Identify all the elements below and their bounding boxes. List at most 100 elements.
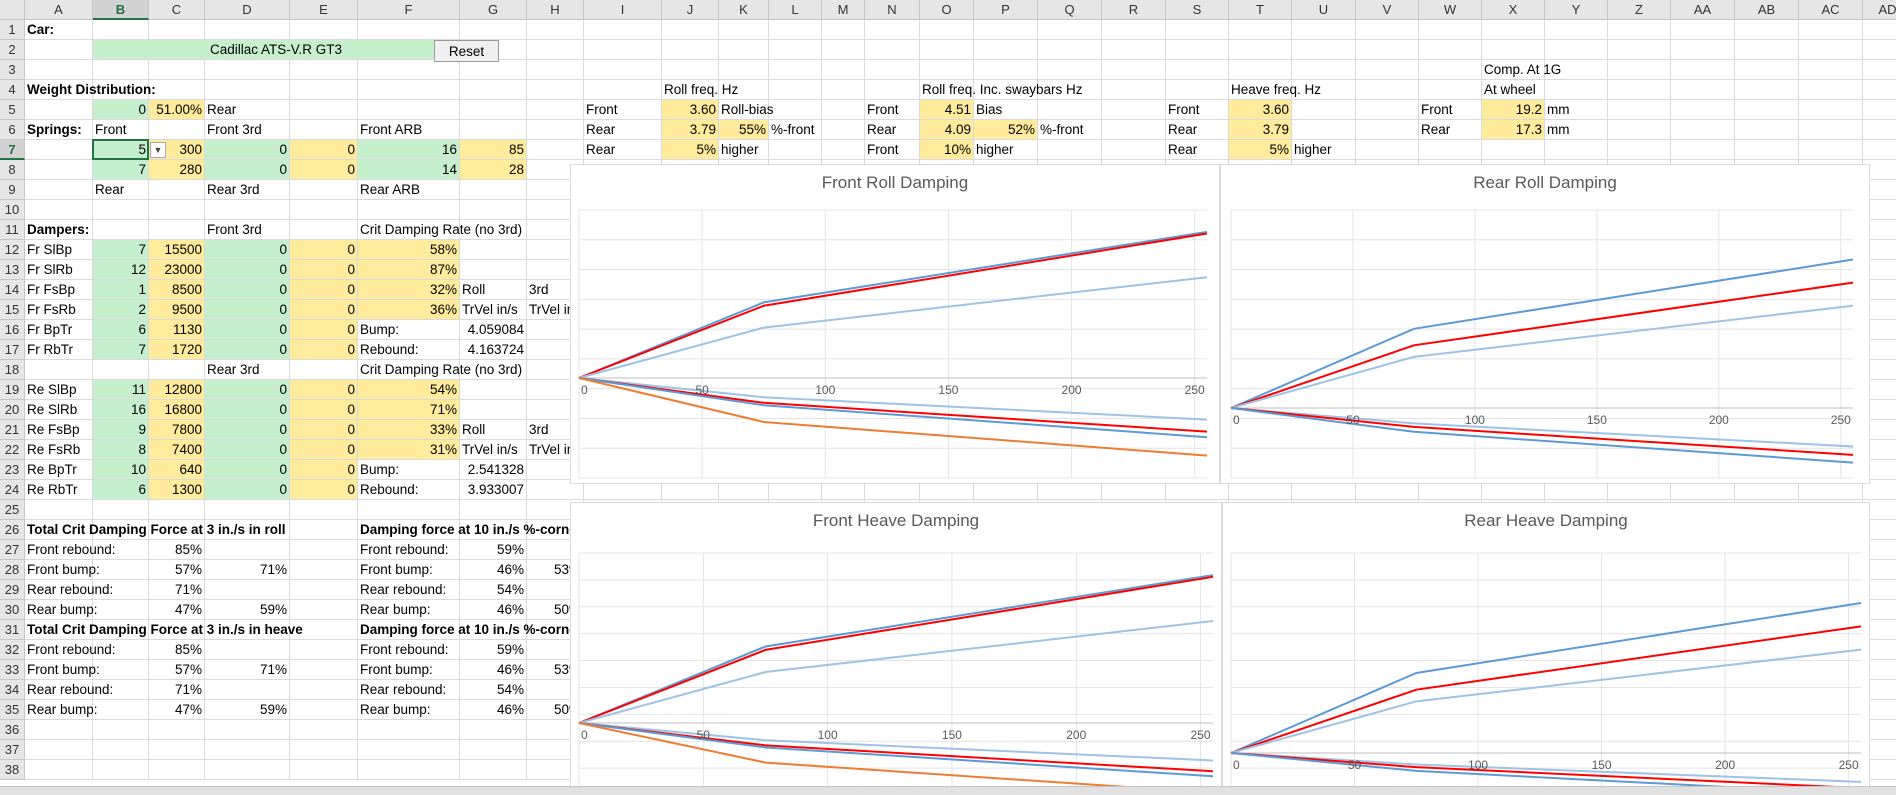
cell-C12[interactable]: 15500 [149, 240, 204, 259]
cell-B15[interactable]: 2 [93, 300, 148, 319]
column-header-AA[interactable]: AA [1671, 0, 1735, 20]
cell-D23[interactable]: 0 [205, 460, 289, 479]
cell-E14[interactable]: 0 [290, 280, 357, 299]
cell-C17[interactable]: 1720 [149, 340, 204, 359]
cell-C24[interactable]: 1300 [149, 480, 204, 499]
column-header-A[interactable]: A [25, 0, 93, 20]
column-header-R[interactable]: R [1102, 0, 1166, 20]
cell-D20[interactable]: 0 [205, 400, 289, 419]
cell-X5[interactable]: 19.2 [1482, 100, 1544, 119]
cell-C15[interactable]: 9500 [149, 300, 204, 319]
row-header-11[interactable]: 11 [0, 220, 25, 240]
cell-E21[interactable]: 0 [290, 420, 357, 439]
cell-F7[interactable]: 16 [358, 140, 459, 159]
column-header-W[interactable]: W [1419, 0, 1482, 20]
cell-D15[interactable]: 0 [205, 300, 289, 319]
column-header-AC[interactable]: AC [1799, 0, 1863, 20]
column-header-T[interactable]: T [1229, 0, 1292, 20]
column-header-AD[interactable]: AD [1863, 0, 1896, 20]
cell-D22[interactable]: 0 [205, 440, 289, 459]
cell-K6[interactable]: 55% [719, 120, 768, 139]
cell-T6[interactable]: 3.79 [1229, 120, 1291, 139]
row-header-2[interactable]: 2 [0, 40, 25, 60]
cell-E23[interactable]: 0 [290, 460, 357, 479]
row-header-18[interactable]: 18 [0, 360, 25, 380]
dropdown-arrow-icon[interactable]: ▼ [150, 142, 166, 158]
cell-C19[interactable]: 12800 [149, 380, 204, 399]
cell-D7[interactable]: 0 [205, 140, 289, 159]
cell-F20[interactable]: 71% [358, 400, 459, 419]
cell-D19[interactable]: 0 [205, 380, 289, 399]
column-header-G[interactable]: G [460, 0, 527, 20]
cell-J6[interactable]: 3.79 [662, 120, 718, 139]
cell-B17[interactable]: 7 [93, 340, 148, 359]
cell-D24[interactable]: 0 [205, 480, 289, 499]
cell-E12[interactable]: 0 [290, 240, 357, 259]
column-header-E[interactable]: E [290, 0, 358, 20]
row-header-8[interactable]: 8 [0, 160, 25, 180]
row-header-6[interactable]: 6 [0, 120, 25, 140]
cell-F22[interactable]: 31% [358, 440, 459, 459]
column-header-M[interactable]: M [822, 0, 865, 20]
chart-front-heave-damping[interactable]: Front Heave Damping 0 50 100 150 200 250 [570, 502, 1222, 794]
cell-F21[interactable]: 33% [358, 420, 459, 439]
cell-C5[interactable]: 51.00% [149, 100, 204, 119]
row-header-37[interactable]: 37 [0, 740, 25, 760]
cell-O6[interactable]: 4.09 [920, 120, 973, 139]
column-header-P[interactable]: P [974, 0, 1038, 20]
cell-E24[interactable]: 0 [290, 480, 357, 499]
row-header-1[interactable]: 1 [0, 20, 25, 40]
cell-C14[interactable]: 8500 [149, 280, 204, 299]
row-header-32[interactable]: 32 [0, 640, 25, 660]
row-header-4[interactable]: 4 [0, 80, 25, 100]
cell-P6[interactable]: 52% [974, 120, 1037, 139]
cell-B16[interactable]: 6 [93, 320, 148, 339]
cell-D21[interactable]: 0 [205, 420, 289, 439]
cell-J7[interactable]: 5% [662, 140, 718, 159]
cell-G8[interactable]: 28 [460, 160, 526, 179]
column-header-B[interactable]: B [93, 0, 149, 20]
chart-rear-roll-damping[interactable]: Rear Roll Damping 0 50 100 150 200 250 [1220, 164, 1870, 484]
cell-E7[interactable]: 0 [290, 140, 357, 159]
row-header-27[interactable]: 27 [0, 540, 25, 560]
cell-F19[interactable]: 54% [358, 380, 459, 399]
cell-D16[interactable]: 0 [205, 320, 289, 339]
cell-B13[interactable]: 12 [93, 260, 148, 279]
cell-E22[interactable]: 0 [290, 440, 357, 459]
column-header-Y[interactable]: Y [1545, 0, 1608, 20]
cell-B14[interactable]: 1 [93, 280, 148, 299]
cell-B8[interactable]: 7 [93, 160, 148, 179]
cell-C23[interactable]: 640 [149, 460, 204, 479]
row-header-36[interactable]: 36 [0, 720, 25, 740]
cell-B24[interactable]: 6 [93, 480, 148, 499]
cell-C13[interactable]: 23000 [149, 260, 204, 279]
cell-D12[interactable]: 0 [205, 240, 289, 259]
cell-F13[interactable]: 87% [358, 260, 459, 279]
cell-E20[interactable]: 0 [290, 400, 357, 419]
row-header-13[interactable]: 13 [0, 260, 25, 280]
column-header-N[interactable]: N [865, 0, 920, 20]
row-header-29[interactable]: 29 [0, 580, 25, 600]
row-header-20[interactable]: 20 [0, 400, 25, 420]
cell-F12[interactable]: 58% [358, 240, 459, 259]
cell-T7[interactable]: 5% [1229, 140, 1291, 159]
reset-button[interactable]: Reset [434, 40, 499, 62]
cell-C22[interactable]: 7400 [149, 440, 204, 459]
cell-F8[interactable]: 14 [358, 160, 459, 179]
row-header-30[interactable]: 30 [0, 600, 25, 620]
row-header-16[interactable]: 16 [0, 320, 25, 340]
row-header-23[interactable]: 23 [0, 460, 25, 480]
cell-B12[interactable]: 7 [93, 240, 148, 259]
cell-E17[interactable]: 0 [290, 340, 357, 359]
column-header-I[interactable]: I [584, 0, 662, 20]
row-header-19[interactable]: 19 [0, 380, 25, 400]
row-header-21[interactable]: 21 [0, 420, 25, 440]
column-header-L[interactable]: L [769, 0, 822, 20]
cell-T5[interactable]: 3.60 [1229, 100, 1291, 119]
cell-D8[interactable]: 0 [205, 160, 289, 179]
cell-J5[interactable]: 3.60 [662, 100, 718, 119]
column-header-U[interactable]: U [1292, 0, 1356, 20]
row-header-25[interactable]: 25 [0, 500, 25, 520]
column-header-X[interactable]: X [1482, 0, 1545, 20]
row-header-10[interactable]: 10 [0, 200, 25, 220]
